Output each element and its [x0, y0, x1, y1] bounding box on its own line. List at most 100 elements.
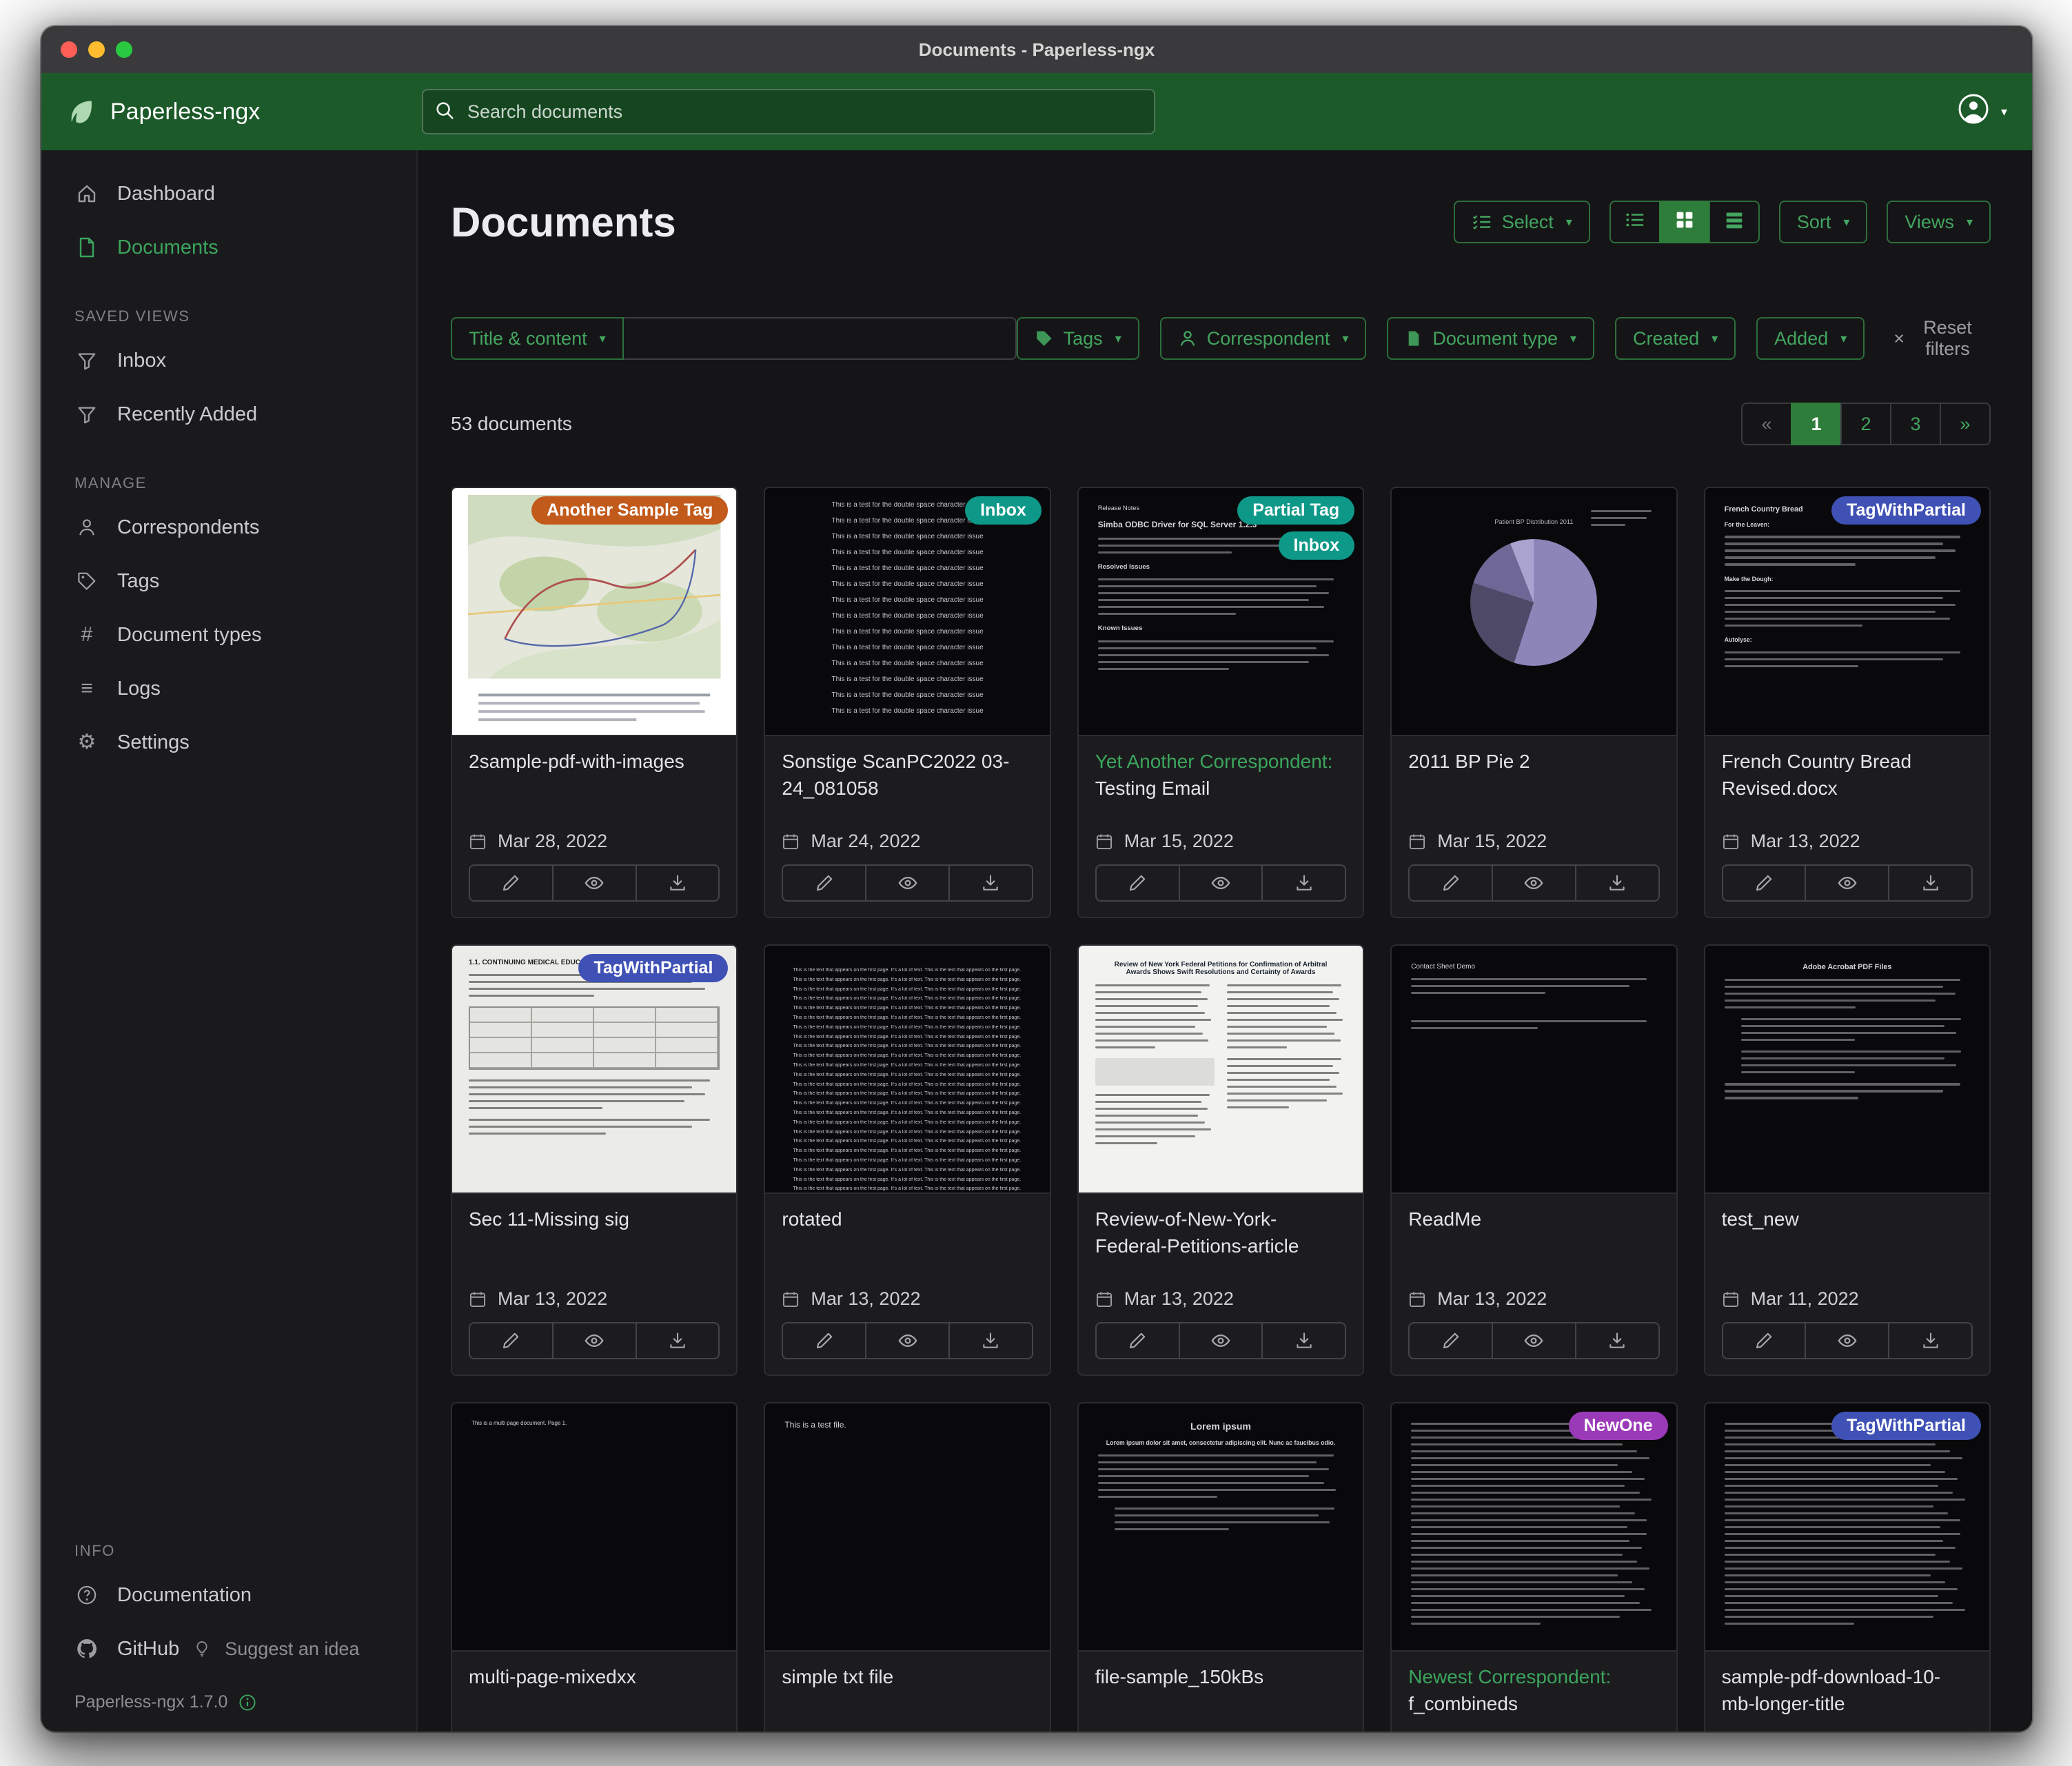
sidebar-item-recently-added[interactable]: Recently Added [41, 387, 416, 441]
document-title[interactable]: ReadMe [1408, 1206, 1659, 1233]
user-menu[interactable]: ▾ [1957, 92, 2007, 131]
rows-view-button[interactable] [1709, 201, 1760, 243]
edit-button[interactable] [1095, 864, 1180, 902]
sidebar-item-inbox[interactable]: Inbox [41, 334, 416, 387]
pagination-page-button[interactable]: 3 [1890, 403, 1941, 445]
document-thumbnail[interactable]: TagWithPartial [1705, 1403, 1989, 1652]
pagination-page-button[interactable]: 1 [1791, 403, 1842, 445]
sidebar-item-tags[interactable]: Tags [41, 554, 416, 608]
pagination-prev-button[interactable]: « [1741, 403, 1792, 445]
document-thumbnail[interactable]: NewOne [1392, 1403, 1676, 1652]
tag-badge[interactable]: NewOne [1569, 1412, 1668, 1440]
grid-view-button[interactable] [1659, 201, 1710, 243]
document-thumbnail[interactable]: French Country BreadFor the Leaven:Make … [1705, 488, 1989, 736]
edit-button[interactable] [1722, 1322, 1807, 1359]
document-thumbnail[interactable]: This is a test for the double space char… [765, 488, 1049, 736]
document-thumbnail[interactable]: This is a test file. [765, 1403, 1049, 1652]
view-button[interactable] [1179, 864, 1263, 902]
document-thumbnail[interactable]: Lorem ipsumLorem ipsum dolor sit amet, c… [1079, 1403, 1363, 1652]
download-button[interactable] [1575, 864, 1660, 902]
edit-button[interactable] [469, 1322, 553, 1359]
tag-badge[interactable]: Inbox [1279, 531, 1355, 560]
document-thumbnail[interactable]: Release NotesSimba ODBC Driver for SQL S… [1079, 488, 1363, 736]
document-thumbnail[interactable]: Contact Sheet Demo [1392, 946, 1676, 1194]
tag-badge[interactable]: TagWithPartial [578, 954, 728, 982]
document-correspondent[interactable]: Newest Correspondent: [1408, 1666, 1611, 1687]
close-button[interactable] [61, 41, 77, 58]
edit-button[interactable] [1408, 864, 1493, 902]
edit-button[interactable] [469, 864, 553, 902]
title-content-input[interactable] [624, 317, 1017, 360]
view-button[interactable] [1492, 864, 1576, 902]
zoom-button[interactable] [116, 41, 132, 58]
tag-badge[interactable]: Inbox [965, 496, 1042, 525]
info-icon[interactable] [238, 1694, 256, 1712]
reset-filters-button[interactable]: × Reset filters [1885, 316, 1991, 361]
sidebar-item-logs[interactable]: ≡ Logs [41, 662, 416, 715]
view-button[interactable] [1492, 1322, 1576, 1359]
tags-filter-button[interactable]: Tags ▾ [1017, 317, 1139, 360]
sidebar-item-documentation[interactable]: Documentation [41, 1568, 416, 1622]
view-button[interactable] [552, 1322, 637, 1359]
download-button[interactable] [1575, 1322, 1660, 1359]
sidebar-item-document-types[interactable]: # Document types [41, 608, 416, 662]
document-title[interactable]: Newest Correspondent: f_combineds [1408, 1664, 1659, 1717]
view-button[interactable] [865, 1322, 950, 1359]
download-button[interactable] [948, 864, 1033, 902]
document-thumbnail[interactable]: Patient BP Distribution 2011 [1392, 488, 1676, 736]
document-thumbnail[interactable]: 1.1. CONTINUING MEDICAL EDUCATagWithPart… [452, 946, 736, 1194]
document-type-filter-button[interactable]: Document type ▾ [1387, 317, 1594, 360]
document-title[interactable]: rotated [782, 1206, 1033, 1233]
pagination-next-button[interactable]: » [1940, 403, 1991, 445]
edit-button[interactable] [1722, 864, 1807, 902]
pagination-page-button[interactable]: 2 [1840, 403, 1891, 445]
document-thumbnail[interactable]: This is a multi page document. Page 1. [452, 1403, 736, 1652]
download-button[interactable] [1261, 864, 1346, 902]
edit-button[interactable] [1095, 1322, 1180, 1359]
download-button[interactable] [636, 1322, 720, 1359]
document-title[interactable]: 2sample-pdf-with-images [469, 749, 720, 775]
tag-badge[interactable]: Another Sample Tag [531, 496, 728, 525]
document-correspondent[interactable]: Yet Another Correspondent: [1095, 751, 1333, 772]
app-brand[interactable]: Paperless-ngx [66, 97, 422, 127]
download-button[interactable] [1888, 1322, 1973, 1359]
added-filter-button[interactable]: Added ▾ [1756, 317, 1865, 360]
document-title[interactable]: Sonstige ScanPC2022 03-24_081058 [782, 749, 1033, 802]
correspondent-filter-button[interactable]: Correspondent ▾ [1160, 317, 1367, 360]
document-title[interactable]: Sec 11-Missing sig [469, 1206, 720, 1233]
edit-button[interactable] [782, 1322, 866, 1359]
document-thumbnail[interactable]: Another Sample Tag [452, 488, 736, 736]
download-button[interactable] [636, 864, 720, 902]
tag-badge[interactable]: TagWithPartial [1831, 496, 1981, 525]
views-button[interactable]: Views ▾ [1887, 201, 1991, 243]
document-title[interactable]: file-sample_150kBs [1095, 1664, 1346, 1691]
document-title[interactable]: multi-page-mixedxx [469, 1664, 720, 1691]
sidebar-item-settings[interactable]: ⚙ Settings [41, 715, 416, 769]
sort-button[interactable]: Sort ▾ [1779, 201, 1868, 243]
edit-button[interactable] [1408, 1322, 1493, 1359]
select-button[interactable]: Select ▾ [1454, 201, 1590, 243]
view-button[interactable] [865, 864, 950, 902]
edit-button[interactable] [782, 864, 866, 902]
view-button[interactable] [552, 864, 637, 902]
view-button[interactable] [1805, 864, 1889, 902]
download-button[interactable] [1261, 1322, 1346, 1359]
document-title[interactable]: 2011 BP Pie 2 [1408, 749, 1659, 775]
document-title[interactable]: test_new [1722, 1206, 1973, 1233]
suggest-idea-link[interactable]: Suggest an idea [193, 1638, 359, 1660]
list-view-button[interactable] [1609, 201, 1660, 243]
search-input[interactable] [422, 89, 1155, 134]
document-title[interactable]: French Country Bread Revised.docx [1722, 749, 1973, 802]
view-button[interactable] [1179, 1322, 1263, 1359]
document-title[interactable]: Yet Another Correspondent: Testing Email [1095, 749, 1346, 802]
document-thumbnail[interactable]: Adobe Acrobat PDF Files [1705, 946, 1989, 1194]
tag-badge[interactable]: Partial Tag [1237, 496, 1354, 525]
document-title[interactable]: simple txt file [782, 1664, 1033, 1691]
download-button[interactable] [948, 1322, 1033, 1359]
download-button[interactable] [1888, 864, 1973, 902]
sidebar-item-documents[interactable]: Documents [41, 221, 416, 274]
title-content-dropdown[interactable]: Title & content ▾ [451, 317, 624, 360]
sidebar-item-github[interactable]: GitHub [41, 1622, 193, 1676]
created-filter-button[interactable]: Created ▾ [1615, 317, 1736, 360]
document-thumbnail[interactable]: Review of New York Federal Petitions for… [1079, 946, 1363, 1194]
